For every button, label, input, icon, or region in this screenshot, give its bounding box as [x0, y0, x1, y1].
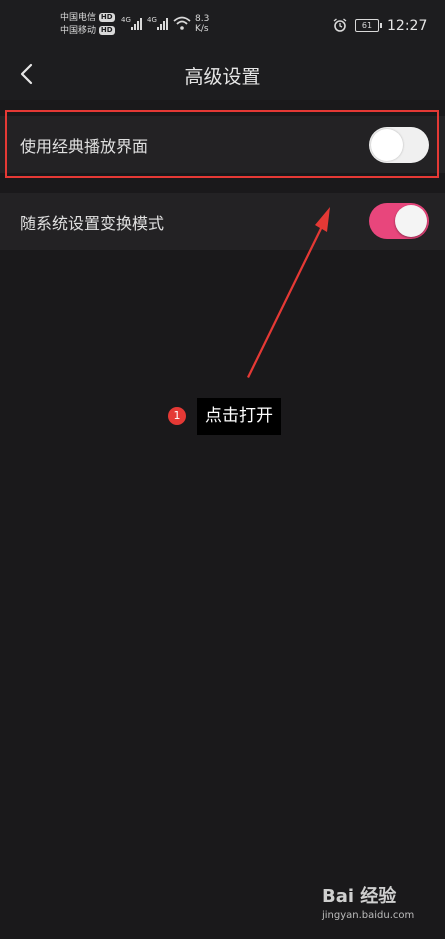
- instruction-tooltip: 点击打开: [197, 398, 281, 435]
- watermark-logo: Bai 经验: [322, 886, 397, 907]
- watermark-url: jingyan.baidu.com: [322, 910, 415, 921]
- watermark: Bai 经验 jingyan.baidu.com: [322, 882, 414, 921]
- step-badge: 1: [168, 407, 186, 425]
- annotation-arrow: [247, 207, 330, 378]
